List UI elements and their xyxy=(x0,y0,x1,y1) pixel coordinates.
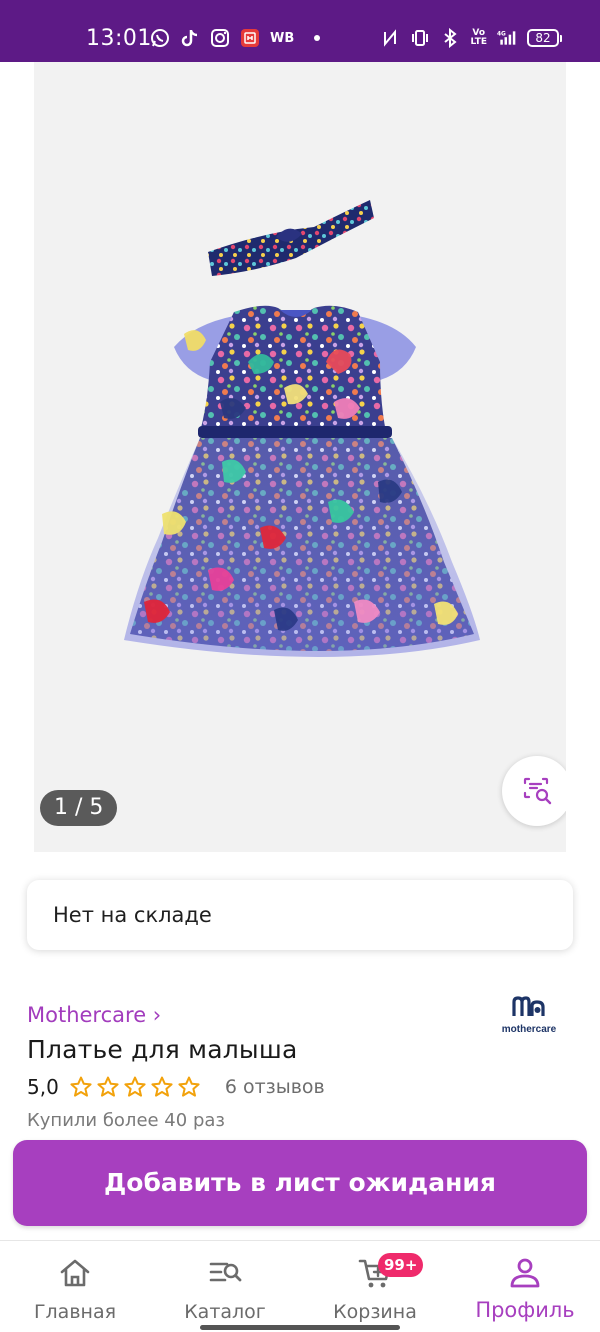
battery-tip xyxy=(560,34,562,42)
more-notifications-dot xyxy=(314,35,321,41)
wb-icon: WB xyxy=(270,30,295,46)
star-icon xyxy=(97,1076,119,1097)
image-counter: 1 / 5 xyxy=(40,790,118,826)
home-icon xyxy=(60,1259,90,1287)
signal-4g-icon: 4G xyxy=(497,28,517,48)
star-icon xyxy=(151,1076,173,1097)
visual-search-button[interactable] xyxy=(502,756,566,826)
add-to-waitlist-button[interactable]: Добавить в лист ожидания xyxy=(13,1140,587,1226)
nav-label-home: Главная xyxy=(33,1301,117,1323)
app-icon xyxy=(240,28,260,48)
purchase-count: Купили более 40 раз xyxy=(27,1110,225,1131)
rating-row[interactable]: 5,0 6 отзывов xyxy=(27,1075,325,1099)
reviews-count[interactable]: 6 отзывов xyxy=(225,1076,325,1098)
bluetooth-icon xyxy=(440,28,460,48)
battery-level: 82 xyxy=(527,29,559,47)
nav-label-catalog: Каталог xyxy=(184,1301,266,1323)
nfc-icon xyxy=(380,28,400,48)
home-indicator[interactable] xyxy=(200,1325,400,1330)
instagram-icon xyxy=(210,28,230,48)
nav-label-profile: Профиль xyxy=(475,1298,575,1322)
brand-link[interactable]: Mothercare › xyxy=(27,1003,161,1027)
product-title: Платье для малыша xyxy=(27,1035,298,1064)
cart-badge: 99+ xyxy=(378,1253,424,1277)
star-icon xyxy=(70,1076,92,1097)
notification-icons: WB xyxy=(150,28,321,48)
product-image xyxy=(124,200,480,657)
nav-label-cart: Корзина xyxy=(333,1301,417,1323)
system-icons: Vo LTE 4G 82 xyxy=(380,28,562,48)
rating-stars xyxy=(69,1075,201,1099)
nav-item-catalog[interactable]: Каталог xyxy=(150,1241,300,1332)
star-icon xyxy=(178,1076,200,1097)
catalog-search-icon xyxy=(209,1262,242,1282)
visual-search-icon xyxy=(523,777,552,805)
tiktok-icon xyxy=(180,28,200,48)
volte-icon: Vo LTE xyxy=(470,29,487,47)
mothercare-logo-icon xyxy=(512,996,545,1016)
vibrate-icon xyxy=(410,28,430,48)
nav-item-home[interactable]: Главная xyxy=(0,1241,150,1332)
nav-item-cart[interactable]: 99+ Корзина xyxy=(300,1241,450,1332)
status-bar: 13:01 WB Vo LTE 4G 82 xyxy=(0,0,600,62)
svg-text:4G: 4G xyxy=(497,32,506,38)
status-time: 13:01 xyxy=(86,26,152,51)
battery-icon: 82 xyxy=(527,29,562,47)
brand-logo-text: mothercare xyxy=(501,1024,557,1035)
nav-item-profile[interactable]: Профиль xyxy=(450,1241,600,1332)
brand-logo[interactable]: mothercare xyxy=(498,996,560,1036)
product-gallery[interactable]: 1 / 5 xyxy=(34,62,566,852)
rating-value: 5,0 xyxy=(27,1075,59,1099)
stock-status-label: Нет на складе xyxy=(53,903,212,927)
bottom-nav: Главная Каталог 99+ Корзина Профиль xyxy=(0,1240,600,1332)
stock-status-card: Нет на складе xyxy=(27,880,573,950)
whatsapp-icon xyxy=(150,28,170,48)
profile-icon xyxy=(510,1258,540,1288)
volte-bottom: LTE xyxy=(470,37,487,47)
star-icon xyxy=(124,1076,146,1097)
